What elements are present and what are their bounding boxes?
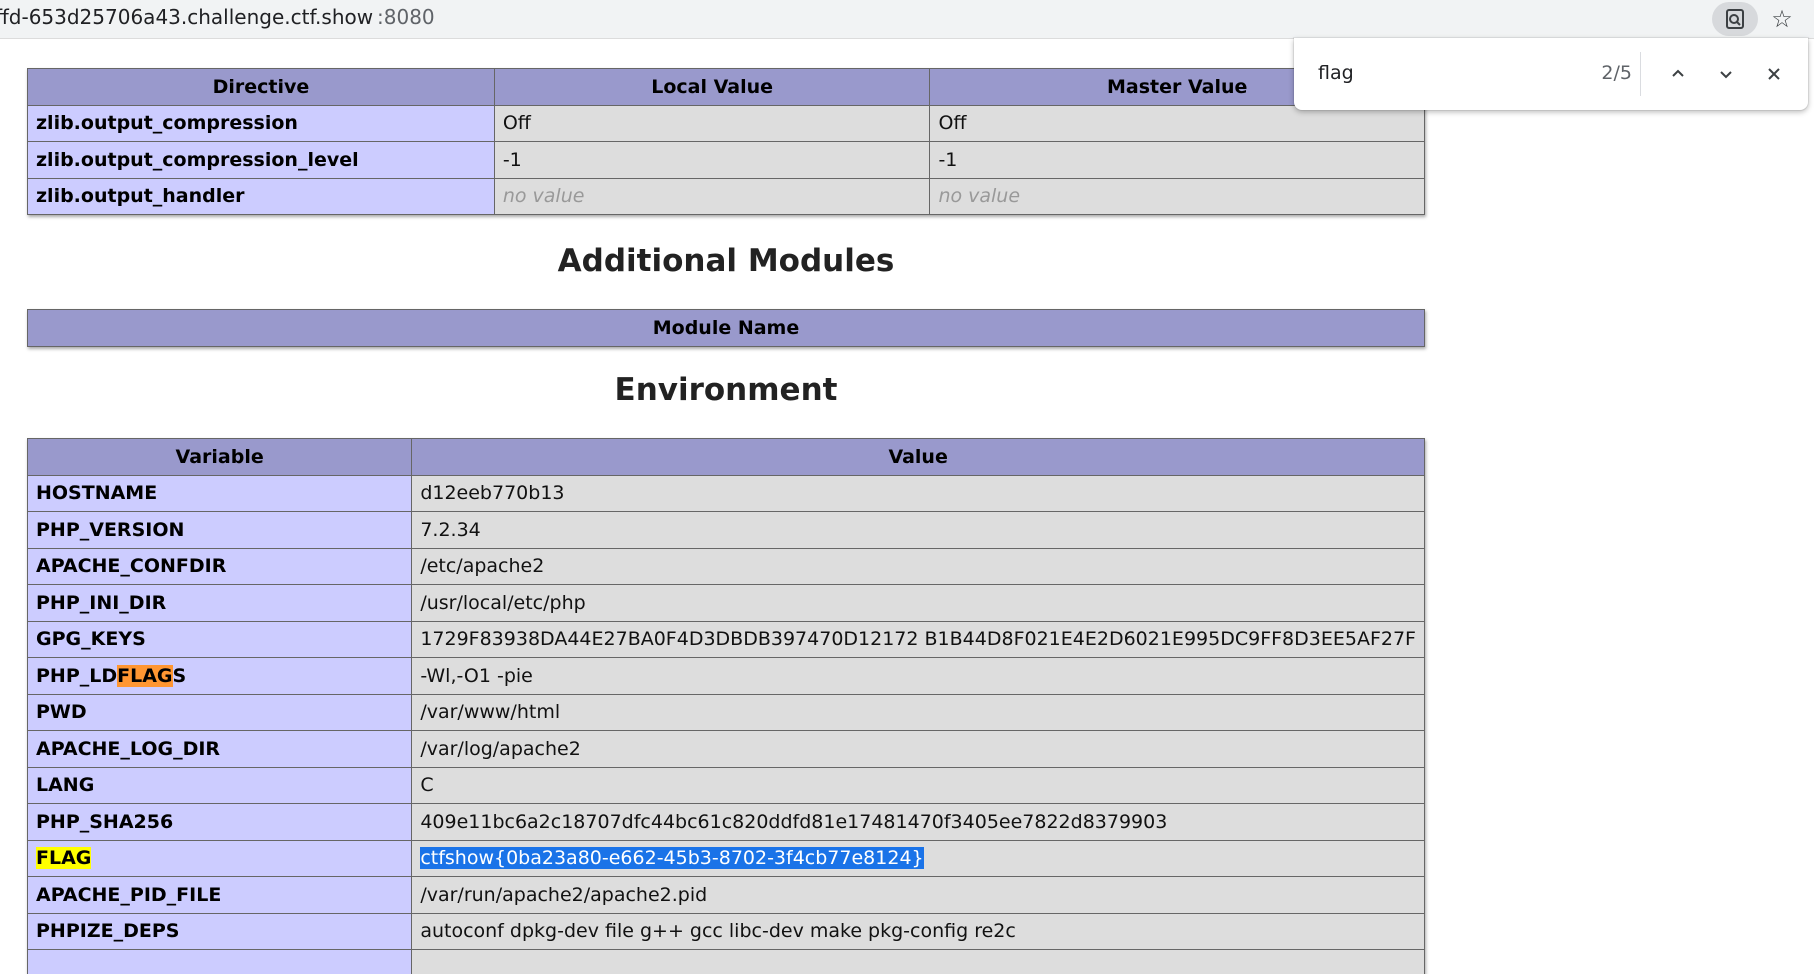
env-variable-value: 7.2.34	[411, 511, 1425, 549]
close-icon	[1768, 68, 1780, 80]
no-value-text: no value	[502, 185, 585, 208]
column-header-variable: Variable	[26, 438, 413, 476]
env-variable-name: PHP_VERSION	[26, 511, 413, 549]
find-match-count: 2/5	[1601, 62, 1632, 84]
master-value: no value	[929, 177, 1425, 215]
column-header-directive: Directive	[27, 68, 495, 106]
directive-name: zlib.output_compression	[27, 104, 495, 142]
table-header-row: Module Name	[27, 309, 1425, 347]
directive-name: zlib.output_compression_level	[27, 141, 495, 179]
table-row: zlib.output_compression_level -1 -1	[27, 141, 1425, 179]
directive-name: zlib.output_handler	[27, 177, 495, 215]
env-variable-name: PHP_SHA256	[26, 803, 413, 841]
url-host: ffd-653d25706a43.challenge.ctf.show	[0, 5, 373, 29]
env-variable-value: d12eeb770b13	[411, 474, 1425, 512]
name-prefix: PHP_LD	[36, 664, 118, 687]
env-variable-value: /usr/local/etc/php	[411, 584, 1425, 622]
page-content: Directive Local Value Master Value zlib.…	[0, 38, 1814, 974]
browser-address-bar[interactable]: ffd-653d25706a43.challenge.ctf.show:8080…	[0, 0, 1814, 39]
additional-modules-table: Module Name	[27, 309, 1425, 347]
env-variable-name: PHPIZE_DEPS	[26, 912, 413, 950]
env-variable-name: APACHE_CONFDIR	[26, 547, 413, 585]
table-row: FLAG ctfshow{0ba23a80-e662-45b3-8702-3f4…	[26, 839, 1425, 877]
column-header-local-value: Local Value	[493, 68, 931, 106]
env-variable-value: /etc/apache2	[411, 547, 1425, 585]
master-value: Off	[929, 104, 1425, 142]
env-variable-name: HOSTNAME	[26, 474, 413, 512]
section-title-environment: Environment	[614, 372, 838, 408]
find-in-page-icon[interactable]	[1712, 2, 1758, 36]
column-header-value: Value	[411, 438, 1425, 476]
env-variable-name: APACHE_PID_FILE	[26, 876, 413, 914]
find-match-highlight: FLAG	[36, 847, 92, 870]
find-input[interactable]: flag	[1318, 62, 1354, 84]
env-variable-value: /var/www/html	[411, 693, 1425, 731]
url-port: :8080	[377, 5, 435, 29]
selected-flag-text[interactable]: ctfshow{0ba23a80-e662-45b3-8702-3f4cb77e…	[420, 847, 924, 870]
env-variable-name: APACHE_LOG_DIR	[26, 730, 413, 768]
table-row: PWD /var/www/html	[26, 693, 1425, 731]
env-variable-value[interactable]: ctfshow{0ba23a80-e662-45b3-8702-3f4cb77e…	[411, 839, 1425, 877]
table-row: APACHE_PID_FILE /var/run/apache2/apache2…	[26, 876, 1425, 914]
env-variable-value: /var/run/apache2/apache2.pid	[411, 876, 1425, 914]
env-variable-name: PHP_INI_DIR	[26, 584, 413, 622]
table-row: APACHE_LOG_DIR /var/log/apache2	[26, 730, 1425, 768]
url-text[interactable]: ffd-653d25706a43.challenge.ctf.show:8080	[0, 5, 435, 29]
table-row: zlib.output_handler no value no value	[27, 177, 1425, 215]
env-variable-value: autoconf dpkg-dev file g++ gcc libc-dev …	[411, 912, 1425, 950]
env-variable-value: C	[411, 766, 1425, 804]
env-variable-value	[411, 949, 1425, 974]
no-value-text: no value	[938, 185, 1021, 208]
bookmark-star-icon[interactable]: ☆	[1765, 2, 1799, 36]
table-row: zlib.output_compression Off Off	[27, 104, 1425, 142]
find-match-highlight-active: FLAG	[117, 664, 173, 687]
env-variable-name: PHP_LDFLAGS	[26, 657, 413, 695]
environment-table: Variable Value HOSTNAME d12eeb770b13 PHP…	[26, 438, 1425, 974]
table-row: GPG_KEYS 1729F83938DA44E27BA0F4D3DBDB397…	[26, 620, 1425, 658]
find-next-button[interactable]	[1708, 56, 1744, 92]
section-title-additional-modules: Additional Modules	[557, 243, 895, 279]
table-row: PHP_VERSION 7.2.34	[26, 511, 1425, 549]
table-row: PHPIZE_DEPS autoconf dpkg-dev file g++ g…	[26, 912, 1425, 950]
env-variable-name: PWD	[26, 693, 413, 731]
table-row: PHP_SHA256 409e11bc6a2c18707dfc44bc61c82…	[26, 803, 1425, 841]
table-row: PHP_LDFLAGS -Wl,-O1 -pie	[26, 657, 1425, 695]
table-row: APACHE_CONFDIR /etc/apache2	[26, 547, 1425, 585]
env-variable-value: -Wl,-O1 -pie	[411, 657, 1425, 695]
chevron-down-icon	[1720, 71, 1732, 79]
find-divider	[1640, 52, 1641, 96]
find-close-button[interactable]	[1756, 56, 1792, 92]
chevron-up-icon	[1672, 69, 1684, 77]
table-header-row: Directive Local Value Master Value	[27, 68, 1425, 106]
table-row: LANG C	[26, 766, 1425, 804]
local-value: Off	[493, 104, 931, 142]
column-header-module-name: Module Name	[27, 309, 1425, 347]
env-variable-name: LANG	[26, 766, 413, 804]
table-row: PHP_INI_DIR /usr/local/etc/php	[26, 584, 1425, 622]
local-value: -1	[493, 141, 931, 179]
master-value: -1	[929, 141, 1425, 179]
table-header-row: Variable Value	[26, 438, 1425, 476]
env-variable-name: FLAG	[26, 839, 413, 877]
name-suffix: S	[172, 664, 187, 687]
env-variable-value: /var/log/apache2	[411, 730, 1425, 768]
local-value: no value	[493, 177, 931, 215]
env-variable-name	[26, 949, 413, 974]
env-variable-value: 409e11bc6a2c18707dfc44bc61c820ddfd81e174…	[411, 803, 1425, 841]
table-row	[26, 949, 1425, 974]
zlib-directives-table: Directive Local Value Master Value zlib.…	[27, 68, 1425, 215]
table-row: HOSTNAME d12eeb770b13	[26, 474, 1425, 512]
find-bar: flag 2/5	[1294, 38, 1808, 110]
env-variable-value: 1729F83938DA44E27BA0F4D3DBDB397470D12172…	[411, 620, 1425, 658]
find-previous-button[interactable]	[1660, 56, 1696, 92]
env-variable-name: GPG_KEYS	[26, 620, 413, 658]
